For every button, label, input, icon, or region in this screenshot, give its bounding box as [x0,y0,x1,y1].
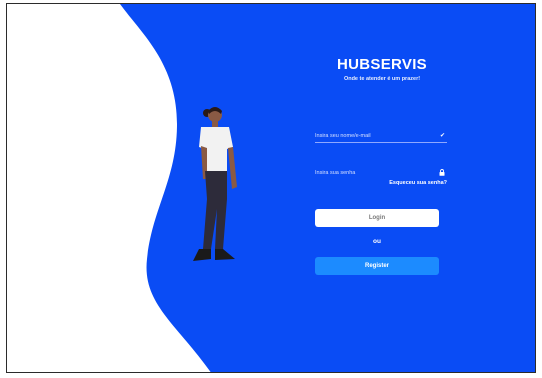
or-separator: ou [373,238,381,245]
lock-icon [439,169,445,178]
brand-title: HUBSERVIS [337,56,427,73]
person-illustration [193,107,237,261]
email-underline [315,142,447,143]
login-screen: HUBSERVIS Onde te atender é um prazer! ✔… [6,3,536,373]
check-icon: ✔ [439,133,445,139]
password-field [315,168,447,180]
email-field: ✔ [315,131,447,143]
email-input[interactable] [315,131,431,141]
forgot-password-link[interactable]: Esqueceu sua senha? [367,180,447,186]
password-input[interactable] [315,168,431,178]
brand-subtitle: Onde te atender é um prazer! [343,76,421,82]
register-button[interactable]: Register [315,257,439,275]
login-button[interactable]: Login [315,209,439,227]
brand-block: HUBSERVIS Onde te atender é um prazer! [307,56,457,82]
